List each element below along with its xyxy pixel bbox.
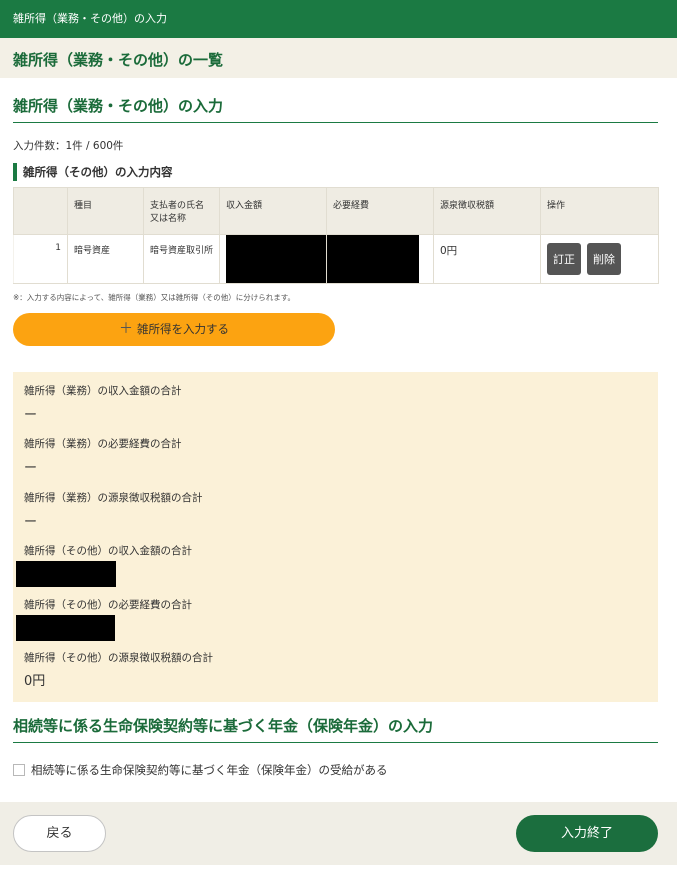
edit-button[interactable]: 訂正 xyxy=(547,243,581,275)
pension-checkbox[interactable] xyxy=(13,764,25,776)
row-income-redacted xyxy=(219,234,327,284)
column-header-no xyxy=(13,187,68,235)
summary-business-income-label: 雑所得（業務）の収入金額の合計 xyxy=(24,385,182,397)
row-type: 暗号資産 xyxy=(67,234,144,284)
entry-count: 入力件数：1件 / 600件 xyxy=(13,140,124,152)
add-button-label: 雑所得を入力する xyxy=(137,322,229,336)
summary-business-withholding-value: ー xyxy=(24,515,38,530)
list-section-header: 雑所得（業務・その他）の一覧 xyxy=(0,38,677,78)
row-expense-redacted xyxy=(326,234,434,284)
row-payer: 暗号資産取引所 xyxy=(143,234,220,284)
summary-other-withholding-value: 0円 xyxy=(24,674,46,689)
summary-other-income-label: 雑所得（その他）の収入金額の合計 xyxy=(24,545,192,557)
plus-icon: ＋ xyxy=(119,321,133,337)
row-number: 1 xyxy=(13,234,68,284)
column-header-income: 収入金額 xyxy=(219,187,327,235)
pension-checkbox-label[interactable]: 相続等に係る生命保険契約等に基づく年金（保険年金）の受給がある xyxy=(31,763,388,777)
summary-business-expense-value: ー xyxy=(24,461,38,476)
footer-bar: 戻る 入力終了 xyxy=(0,802,677,865)
summary-business-income-value: ー xyxy=(24,408,38,423)
column-header-withholding: 源泉徴収税額 xyxy=(433,187,541,235)
summary-other-expense-label: 雑所得（その他）の必要経費の合計 xyxy=(24,599,192,611)
row-withholding: 0円 xyxy=(433,234,541,284)
row-actions: 訂正 削除 xyxy=(540,234,659,284)
column-header-payer: 支払者の氏名 又は名称 xyxy=(143,187,220,235)
input-section-title: 雑所得（業務・その他）の入力 xyxy=(13,95,658,123)
pension-checkbox-row[interactable]: 相続等に係る生命保険契約等に基づく年金（保険年金）の受給がある xyxy=(13,762,388,778)
table-header-row: 種目 支払者の氏名 又は名称 収入金額 必要経費 源泉徴収税額 操作 xyxy=(13,187,659,235)
column-header-expense: 必要経費 xyxy=(326,187,434,235)
entries-sub-title: 雑所得（その他）の入力内容 xyxy=(13,163,173,181)
back-button[interactable]: 戻る xyxy=(13,815,106,852)
summary-business-expense-label: 雑所得（業務）の必要経費の合計 xyxy=(24,438,182,450)
page-header-bar: 雑所得（業務・その他）の入力 xyxy=(0,0,677,38)
column-header-type: 種目 xyxy=(67,187,144,235)
summary-business-withholding-label: 雑所得（業務）の源泉徴収税額の合計 xyxy=(24,492,203,504)
table-row: 1 暗号資産 暗号資産取引所 0円 訂正 削除 xyxy=(13,234,659,284)
delete-button[interactable]: 削除 xyxy=(587,243,621,275)
classification-note: ※：入力する内容によって、雑所得（業務）又は雑所得（その他）に分けられます。 xyxy=(13,293,296,302)
page-header-title: 雑所得（業務・その他）の入力 xyxy=(13,12,167,25)
column-header-actions: 操作 xyxy=(540,187,659,235)
summary-panel: 雑所得（業務）の収入金額の合計 ー 雑所得（業務）の必要経費の合計 ー 雑所得（… xyxy=(13,372,658,702)
pension-section-title: 相続等に係る生命保険契約等に基づく年金（保険年金）の入力 xyxy=(13,715,658,743)
finish-input-button[interactable]: 入力終了 xyxy=(516,815,658,852)
summary-other-withholding-label: 雑所得（その他）の源泉徴収税額の合計 xyxy=(24,652,213,664)
summary-other-income-redacted xyxy=(16,561,116,587)
summary-other-expense-redacted xyxy=(16,615,115,641)
entries-table: 種目 支払者の氏名 又は名称 収入金額 必要経費 源泉徴収税額 操作 1 暗号資… xyxy=(13,187,659,284)
list-section-title: 雑所得（業務・その他）の一覧 xyxy=(13,51,224,69)
add-misc-income-button[interactable]: ＋ 雑所得を入力する xyxy=(13,313,335,346)
